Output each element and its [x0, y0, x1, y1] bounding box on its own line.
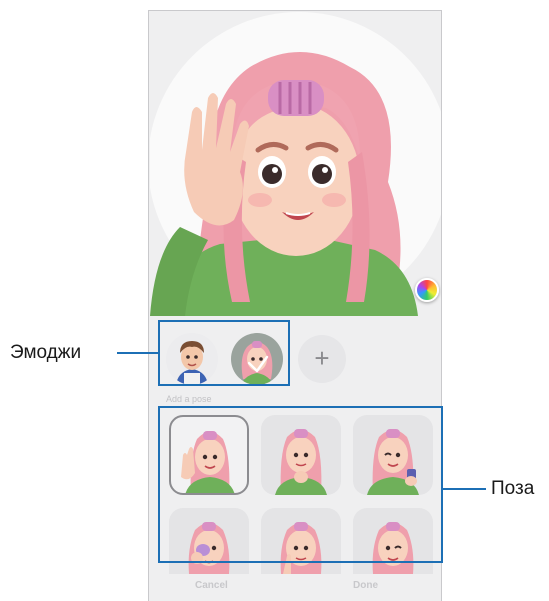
color-picker-button[interactable]: [415, 278, 439, 302]
add-emoji-button[interactable]: +: [298, 335, 346, 383]
pose-section-title: Add a pose: [166, 394, 212, 404]
pose-callout-line: [443, 488, 486, 490]
emoji-callout-label: Эмоджи: [10, 342, 82, 363]
pose-callout-label: Поза: [491, 478, 535, 499]
emoji-callout-box: [158, 320, 290, 386]
avatar-figure: [150, 52, 418, 316]
done-button[interactable]: Done: [353, 580, 378, 591]
emoji-callout-line: [117, 352, 158, 354]
avatar-preview: [150, 12, 441, 316]
bottom-action-bar: Cancel Done: [149, 574, 441, 601]
pose-callout-box: [158, 406, 443, 563]
cancel-button[interactable]: Cancel: [195, 580, 228, 591]
